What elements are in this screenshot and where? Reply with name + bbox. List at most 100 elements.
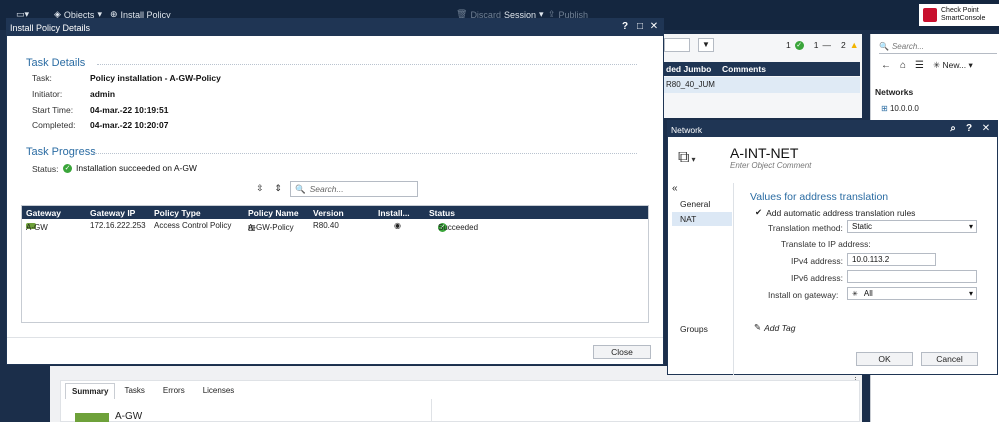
collapse-all-icon[interactable]: ⇕ [271,181,285,195]
dialog-side-nav: « General NAT Groups [668,183,734,375]
column-header-gateway-ip[interactable]: Gateway IP [90,208,135,218]
objects-search-input[interactable]: 🔍 Search... [879,40,997,54]
search-icon: 🔍 [879,42,889,51]
divider [431,399,432,422]
start-time-value: 04-mar.-22 10:19:51 [90,105,169,115]
task-value: Policy installation - A-GW-Policy [90,73,221,83]
search-icon: 🔍 [295,183,306,194]
translation-method-label: Translation method: [768,223,843,233]
object-name[interactable]: A-INT-NET [730,145,798,161]
check-point-logo-icon [923,8,937,22]
chevron-down-icon: ▾ [691,155,696,164]
completed-value: 04-mar.-22 10:20:07 [90,120,169,130]
install-on-gateway-select[interactable]: ✳ All ▾ [847,287,977,300]
close-button[interactable]: Close [593,345,651,359]
gateway-icon [75,413,109,422]
close-icon[interactable]: ✕ [648,21,660,33]
asterisk-icon: ✳ [852,291,858,298]
search-input[interactable]: 🔍 Search... [290,181,418,197]
network-type-icon[interactable]: ⧉ ▾ [678,149,695,167]
nat-heading: Values for address translation [750,191,889,203]
new-object-button[interactable]: ✳ New... ▾ [933,60,973,71]
dialog-title-bar: Network ⌕ ? ✕ [668,121,997,137]
tab-summary[interactable]: Summary [65,383,116,399]
completed-label: Completed: [32,120,76,130]
task-details-heading: Task Details [26,57,86,69]
initiator-value: admin [90,89,116,99]
column-header-policy-name[interactable]: Policy Name [248,208,299,218]
column-header-version[interactable]: Version [313,208,344,218]
network-icon: ⊞ [881,104,888,113]
policy-rulebase-panel: ▼ 1 ✓ 1 — 2 ▲ ded Jumbo Comments R80_40_… [664,34,862,118]
install-status-icon: ◉ [394,221,401,230]
ipv6-address-field[interactable] [847,270,977,283]
dialog-title-bar: Install Policy Details ? □ ✕ [7,19,663,36]
divider [7,337,663,338]
dash-icon: — [822,40,831,50]
summary-tabs: Summary Tasks Errors Licenses A-GW [60,380,860,422]
success-icon: ✓ [794,40,804,50]
installation-results-table: Gateway Gateway IP Policy Type Policy Na… [21,205,649,323]
tab-errors[interactable]: Errors [154,383,194,399]
objects-toolbar: ← ⌂ ☰ ✳ New... ▾ [881,60,973,71]
translation-method-select[interactable]: Static ▾ [847,220,977,233]
tab-tasks[interactable]: Tasks [115,383,153,399]
checkmark-icon: ✔ [755,207,763,217]
expand-all-icon[interactable]: ⇳ [253,181,267,195]
collapse-icon[interactable]: « [672,183,678,194]
ok-button[interactable]: OK [856,352,913,366]
object-comment-input[interactable]: Enter Object Comment [730,161,811,170]
divider [97,64,637,65]
network-object-dialog: Network ⌕ ? ✕ ⧉ ▾ A-INT-NET Enter Object … [667,120,998,375]
validation-counters[interactable]: 1 ✓ 1 — 2 ▲ [786,40,859,50]
tab-licenses[interactable]: Licenses [194,383,244,399]
tab-bar: Summary Tasks Errors Licenses [65,383,243,399]
rulebase-search-input[interactable] [664,38,690,52]
table-row[interactable]: R80_40_JUM [664,77,860,93]
sidebar-item-groups[interactable]: Groups [672,322,732,336]
list-view-icon[interactable]: ☰ [915,60,924,71]
cancel-button[interactable]: Cancel [921,352,978,366]
ipv4-label: IPv4 address: [791,256,843,266]
warning-icon: ▲ [849,40,859,50]
rulebase-header: ded Jumbo Comments [664,62,860,76]
brand-logo: Check Point SmartConsole [919,4,999,26]
help-icon[interactable]: ? [619,21,631,33]
chevron-down-icon: ▾ [968,222,973,231]
filter-icon[interactable]: ▼ [698,38,714,52]
install-policy-details-dialog: Install Policy Details ? □ ✕ Task Detail… [6,18,664,365]
start-time-label: Start Time: [32,105,74,115]
column-header-policy-type[interactable]: Policy Type [154,208,201,218]
networks-section: Networks [875,87,914,97]
status-message: ✓ Installation succeeded on A-GW [63,163,197,173]
list-item[interactable]: ⊞ 10.0.0.0 [881,104,919,113]
status-label: Status: [32,164,59,174]
maximize-icon[interactable]: □ [634,21,646,33]
initiator-label: Initiator: [32,89,63,99]
task-progress-heading: Task Progress [26,146,96,158]
column-header-gateway[interactable]: Gateway [26,208,61,218]
install-on-gateway-label: Install on gateway: [768,290,839,300]
ipv4-address-field[interactable]: 10.0.113.2 [847,253,936,266]
column-header-install[interactable]: Install... [378,208,410,218]
success-icon: ✓ [63,163,72,173]
search-icon[interactable]: ⌕ [947,123,959,135]
column-header-status[interactable]: Status [429,208,455,218]
help-icon[interactable]: ? [963,123,975,135]
home-icon[interactable]: ⌂ [900,60,906,71]
tag-icon: ✎ [754,322,762,332]
divider [93,153,637,154]
add-tag-button[interactable]: ✎ Add Tag [754,322,795,333]
back-arrow-icon[interactable]: ← [881,60,891,71]
close-icon[interactable]: ✕ [980,123,992,135]
table-row[interactable]: A-GW 172.16.222.253 Access Control Polic… [22,219,648,233]
table-header: Gateway Gateway IP Policy Type Policy Na… [22,206,648,219]
sidebar-item-nat[interactable]: NAT [672,212,732,226]
gateway-name: A-GW [115,411,143,422]
task-label: Task: [32,73,52,83]
chevron-down-icon: ▾ [968,289,973,298]
auto-nat-checkbox[interactable]: ✔ Add automatic address translation rule… [755,207,915,218]
translate-to-ip-label: Translate to IP address: [781,239,871,249]
ipv6-label: IPv6 address: [791,273,843,283]
sidebar-item-general[interactable]: General [672,197,732,211]
